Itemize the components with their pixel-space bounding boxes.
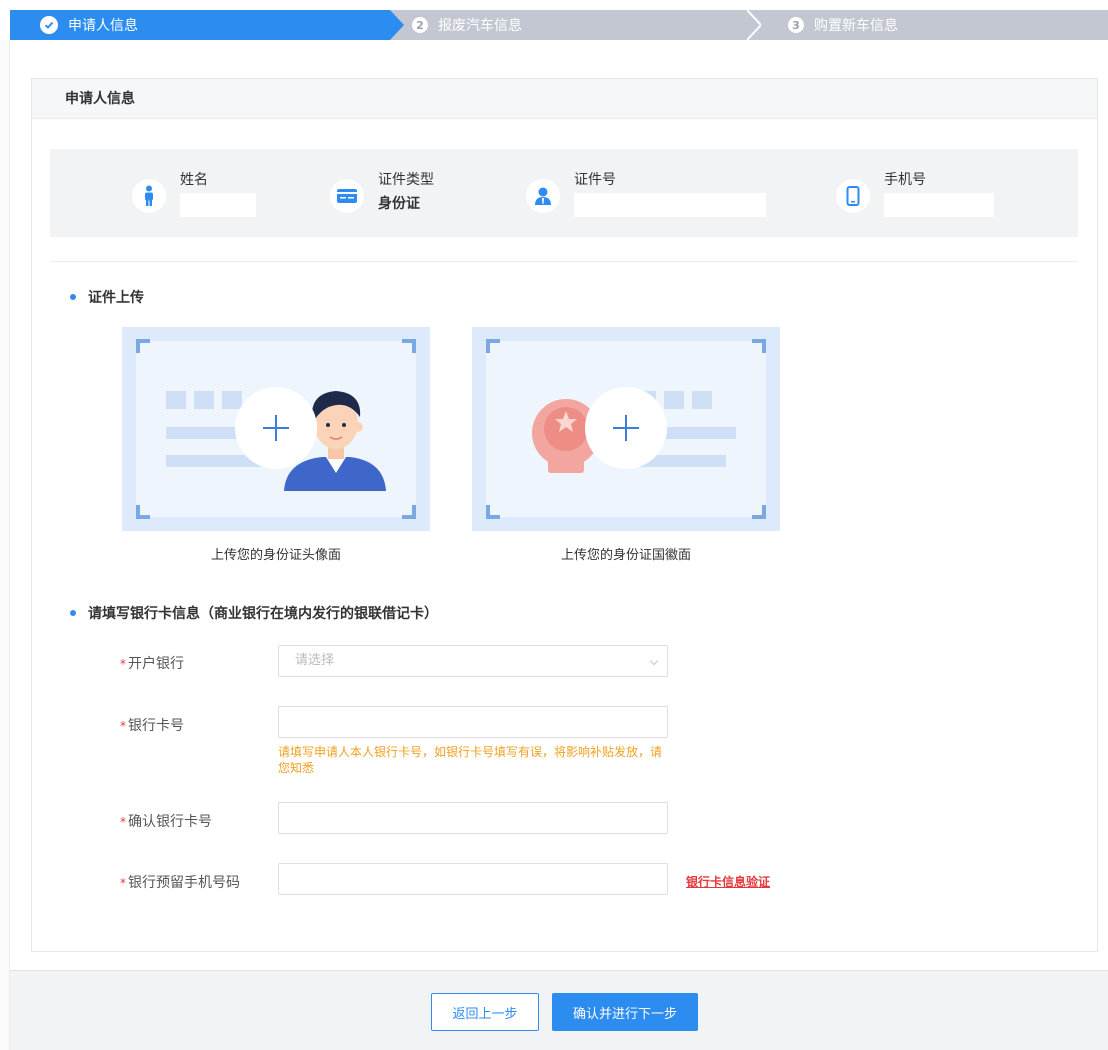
id-type-label: 证件类型 xyxy=(378,172,434,188)
upload-id-front[interactable] xyxy=(122,327,430,531)
bank-select[interactable]: 请选择 xyxy=(278,645,668,677)
bank-section-title: 请填写银行卡信息（商业银行在境内发行的银联借记卡） xyxy=(70,603,438,623)
bank-label: * 开户银行 xyxy=(120,656,184,672)
step-separator-icon xyxy=(747,10,761,40)
info-id-number: 证件号 xyxy=(526,169,766,217)
footer-bar: 返回上一步 确认并进行下一步 xyxy=(10,970,1108,1050)
info-phone: 手机号 xyxy=(836,169,994,217)
card-title: 申请人信息 xyxy=(32,79,1097,119)
upload-back-caption: 上传您的身份证国徽面 xyxy=(560,548,691,563)
chevron-down-icon xyxy=(649,656,659,666)
info-id-type: 证件类型 身份证 xyxy=(330,169,434,213)
bank-phone-label: * 银行预留手机号码 xyxy=(120,875,240,891)
step-number: 3 xyxy=(788,17,804,33)
card-number-hint: 请填写申请人本人银行卡号，如银行卡号填写有误，将影响补贴发放，请您知悉 xyxy=(278,745,663,775)
bullet-dot xyxy=(70,610,76,616)
id-card-icon xyxy=(330,179,364,213)
step-number: 2 xyxy=(412,17,428,33)
confirm-card-input[interactable] xyxy=(278,802,668,834)
upload-front-caption: 上传您的身份证头像面 xyxy=(210,548,341,563)
info-name: 姓名 xyxy=(132,169,256,217)
card-number-input[interactable] xyxy=(278,706,668,738)
phone-label: 手机号 xyxy=(884,172,926,188)
step-applicant-info[interactable]: 申请人信息 xyxy=(10,10,390,40)
divider xyxy=(50,261,1078,262)
left-gutter xyxy=(0,40,10,1050)
upload-id-back[interactable] xyxy=(472,327,780,531)
step-label: 报废汽车信息 xyxy=(438,18,522,34)
back-button[interactable]: 返回上一步 xyxy=(431,993,539,1031)
person-icon xyxy=(132,179,166,213)
step-label: 申请人信息 xyxy=(68,18,138,34)
bank-phone-input[interactable] xyxy=(278,863,668,895)
id-type-value: 身份证 xyxy=(378,196,420,212)
phone-value xyxy=(884,193,994,217)
applicant-card: 申请人信息 姓名 证件类型 身份证 证件号 手机号 证件上传 上传您的身份证头像… xyxy=(31,78,1098,952)
add-icon[interactable] xyxy=(235,387,317,469)
applicant-info-bar: 姓名 证件类型 身份证 证件号 手机号 xyxy=(50,149,1078,237)
bullet-dot xyxy=(70,294,76,300)
id-number-value xyxy=(574,193,766,217)
upload-section-title: 证件上传 xyxy=(70,287,144,307)
next-button[interactable]: 确认并进行下一步 xyxy=(552,993,698,1031)
card-number-label: * 银行卡号 xyxy=(120,718,184,734)
check-icon xyxy=(40,16,58,34)
name-value xyxy=(180,193,256,217)
bank-select-placeholder: 请选择 xyxy=(295,653,335,668)
step-arrow xyxy=(390,10,404,40)
phone-icon xyxy=(836,179,870,213)
steps-bar: 申请人信息 2 报废汽车信息 3 购置新车信息 xyxy=(10,10,1108,40)
step-scrapped-vehicle-info[interactable]: 2 报废汽车信息 xyxy=(412,10,522,40)
step-label: 购置新车信息 xyxy=(814,18,898,34)
name-label: 姓名 xyxy=(180,172,208,188)
add-icon[interactable] xyxy=(585,387,667,469)
id-number-label: 证件号 xyxy=(574,172,616,188)
verify-bank-card-link[interactable]: 银行卡信息验证 xyxy=(686,873,770,890)
step-new-vehicle-info[interactable]: 3 购置新车信息 xyxy=(788,10,898,40)
user-badge-icon xyxy=(526,179,560,213)
confirm-card-label: * 确认银行卡号 xyxy=(120,814,212,830)
